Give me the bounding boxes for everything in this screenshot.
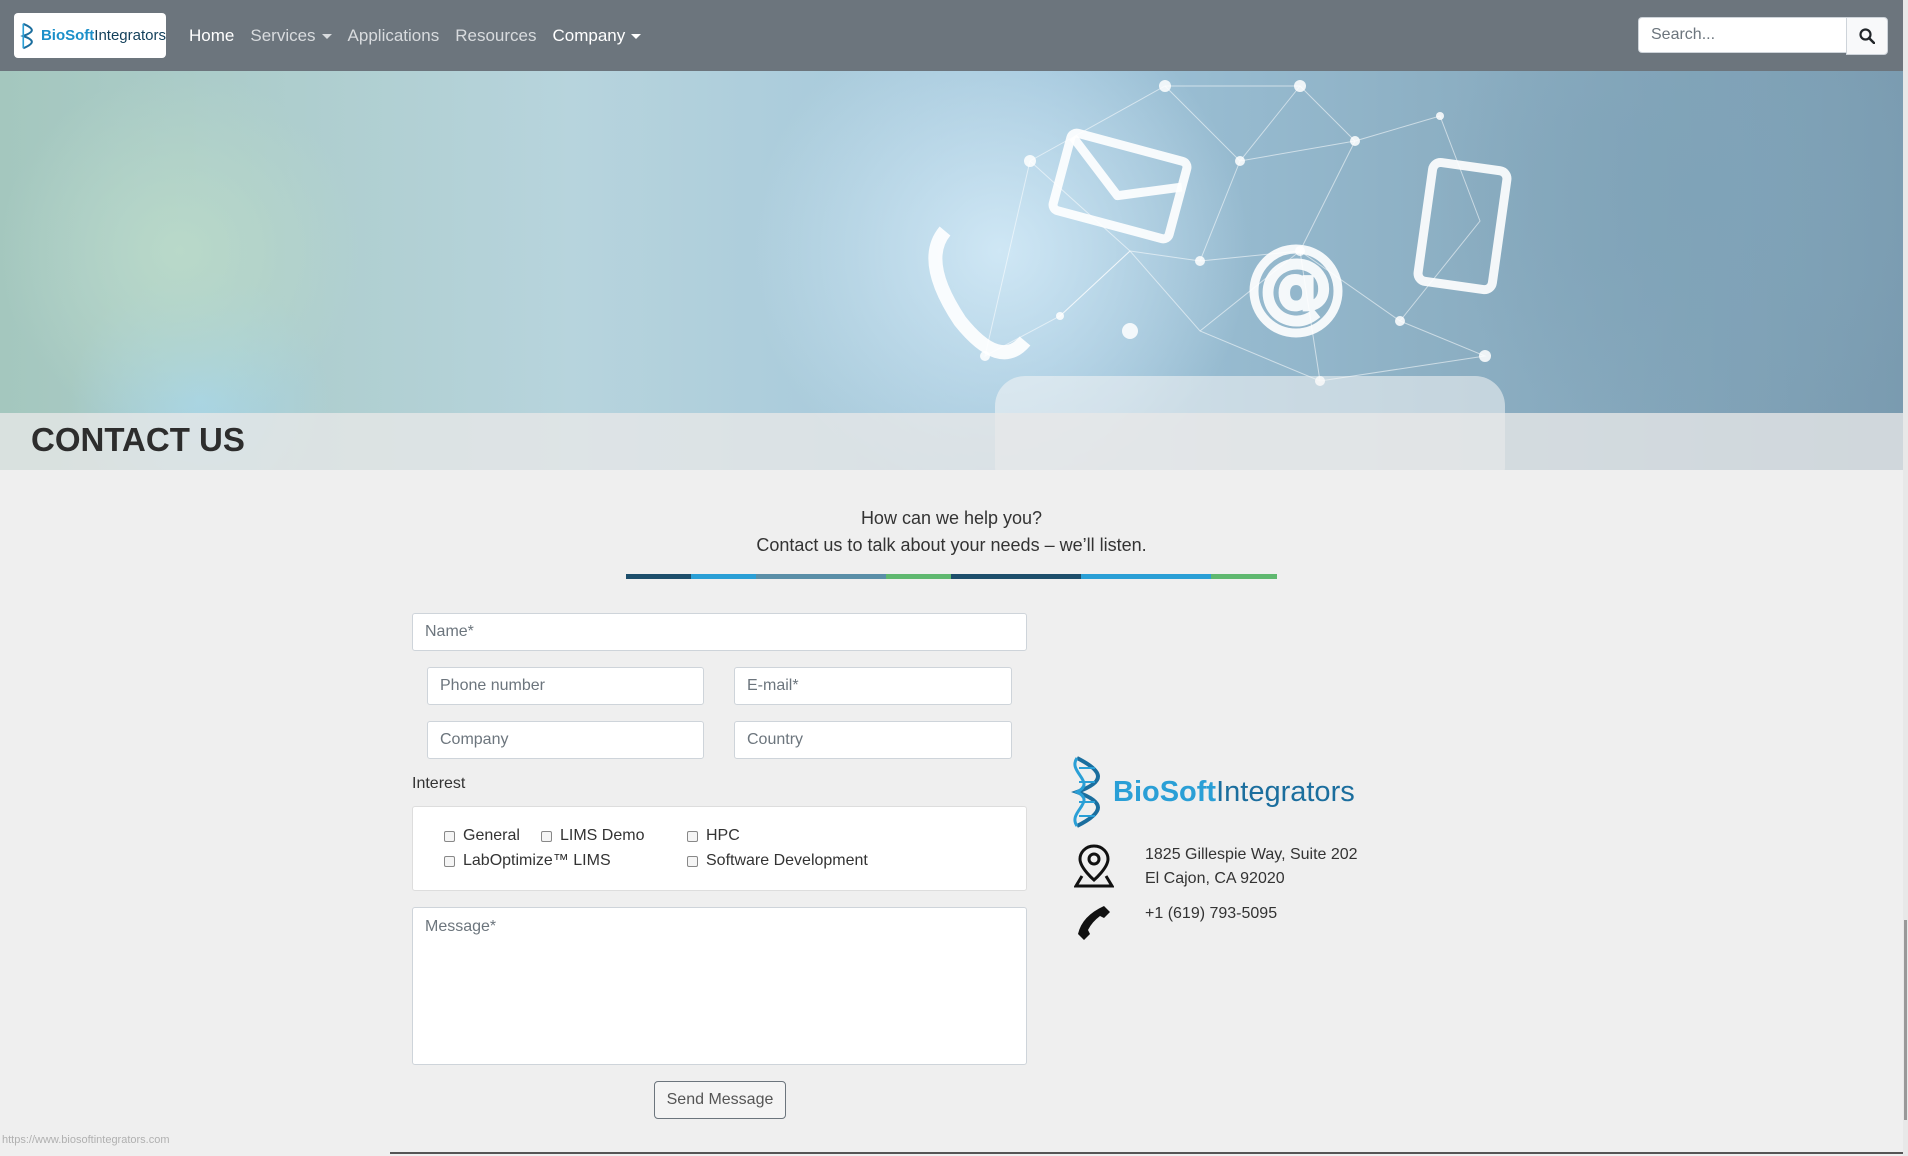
interest-software-dev-checkbox[interactable]: Software Development — [687, 852, 868, 870]
country-field[interactable]: Country — [734, 721, 1012, 759]
phone-icon — [1078, 906, 1110, 940]
scrollbar-thumb[interactable] — [1904, 920, 1907, 1120]
intro-text: How can we help you? Contact us to talk … — [0, 505, 1903, 559]
divider-segment — [951, 574, 1081, 579]
chevron-down-icon — [631, 33, 642, 39]
color-divider — [626, 574, 1277, 579]
hero-network-illustration: @ — [928, 80, 1512, 470]
interest-checkbox-group: General LIMS Demo HPC LabOptimize™ LIMS … — [412, 806, 1027, 891]
navbar: BioSoftIntegrators Home Services Applica… — [0, 0, 1908, 71]
nav-applications[interactable]: Applications — [348, 26, 440, 46]
name-field[interactable]: Name* — [412, 613, 1027, 651]
interest-hpc-checkbox[interactable]: HPC — [687, 827, 740, 845]
search-input[interactable] — [1638, 17, 1846, 53]
company-field[interactable]: Company — [427, 721, 704, 759]
company-logo-text: BioSoftIntegrators — [1113, 775, 1355, 808]
phone-number[interactable]: +1 (619) 793-5095 — [1145, 902, 1277, 926]
search-icon — [1859, 28, 1875, 44]
search-button[interactable] — [1846, 17, 1888, 55]
address-line-1: 1825 Gillespie Way, Suite 202 — [1145, 846, 1358, 863]
checkbox-icon — [687, 855, 698, 867]
divider-segment — [626, 574, 691, 579]
nav-services[interactable]: Services — [250, 26, 332, 46]
email-field[interactable]: E-mail* — [734, 667, 1012, 705]
interest-label: Interest — [412, 775, 466, 792]
location-pin-icon — [1074, 844, 1114, 888]
divider-segment — [691, 574, 756, 579]
nav-company[interactable]: Company — [552, 26, 642, 46]
interest-general-checkbox[interactable]: General — [444, 827, 520, 845]
send-message-button[interactable]: Send Message — [654, 1081, 786, 1119]
search-form — [1638, 17, 1888, 55]
divider-segment — [886, 574, 951, 579]
nav-links: Home Services Applications Resources Com… — [189, 0, 657, 71]
nav-home[interactable]: Home — [189, 26, 234, 46]
message-textarea[interactable]: Message* — [412, 907, 1027, 1065]
checkbox-icon — [541, 830, 552, 842]
hero-title-band — [0, 413, 1903, 470]
chevron-down-icon — [321, 33, 332, 39]
phone-field[interactable]: Phone number — [427, 667, 704, 705]
address-line-2: El Cajon, CA 92020 — [1145, 870, 1285, 887]
interest-laboptimize-checkbox[interactable]: LabOptimize™ LIMS — [444, 852, 611, 870]
hero-banner: @ CONTACT US — [0, 71, 1903, 470]
address: 1825 Gillespie Way, Suite 202 El Cajon, … — [1145, 843, 1358, 891]
checkbox-icon — [444, 830, 455, 842]
intro-line-1: How can we help you? — [860, 508, 1043, 528]
page-title: CONTACT US — [31, 421, 245, 458]
checkbox-icon — [444, 855, 455, 867]
svg-text:@: @ — [1261, 246, 1331, 328]
dna-logo-icon — [1071, 756, 1100, 828]
page-bottom-border — [390, 1152, 1903, 1154]
dna-logo-icon — [20, 22, 33, 49]
checkbox-icon — [687, 830, 698, 842]
status-bar-url: https://www.biosoftintegrators.com — [2, 1134, 170, 1146]
brand-name: BioSoftIntegrators — [40, 27, 166, 44]
divider-segment — [756, 574, 886, 579]
interest-lims-demo-checkbox[interactable]: LIMS Demo — [541, 827, 644, 845]
divider-segment — [1081, 574, 1211, 579]
company-logo: BioSoftIntegrators — [1071, 754, 1355, 830]
nav-resources[interactable]: Resources — [455, 26, 536, 46]
intro-line-2: Contact us to talk about your needs – we… — [756, 535, 1147, 555]
divider-segment — [1211, 574, 1277, 579]
brand-logo[interactable]: BioSoftIntegrators — [14, 13, 166, 58]
